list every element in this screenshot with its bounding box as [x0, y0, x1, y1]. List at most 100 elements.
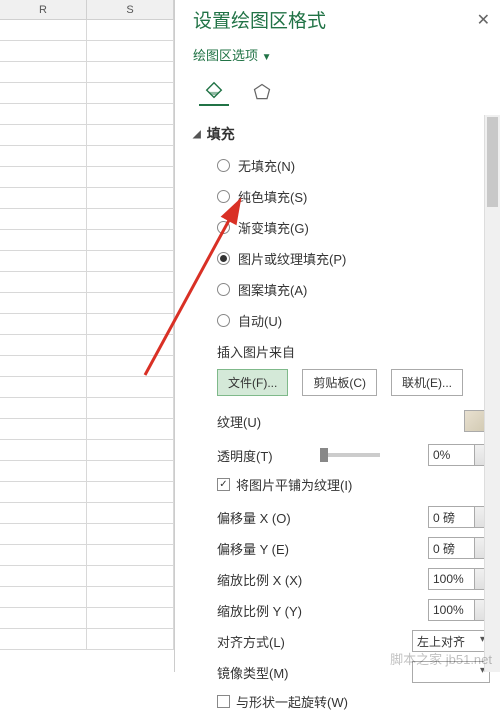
online-button[interactable]: 联机(E)...	[391, 369, 463, 396]
offset-x-input[interactable]: 0 磅	[428, 506, 490, 528]
grid-row[interactable]	[0, 419, 174, 440]
grid-row[interactable]	[0, 356, 174, 377]
cell[interactable]	[87, 62, 174, 82]
cell[interactable]	[87, 209, 174, 229]
grid-row[interactable]	[0, 461, 174, 482]
cell[interactable]	[0, 608, 87, 628]
grid-row[interactable]	[0, 503, 174, 524]
spreadsheet-grid[interactable]: R S	[0, 0, 175, 672]
cell[interactable]	[0, 167, 87, 187]
cell[interactable]	[0, 398, 87, 418]
grid-row[interactable]	[0, 188, 174, 209]
grid-row[interactable]	[0, 587, 174, 608]
cell[interactable]	[0, 251, 87, 271]
file-button[interactable]: 文件(F)...	[217, 369, 288, 396]
grid-row[interactable]	[0, 440, 174, 461]
cell[interactable]	[87, 587, 174, 607]
cell[interactable]	[0, 20, 87, 40]
cell[interactable]	[87, 251, 174, 271]
cell[interactable]	[87, 419, 174, 439]
radio-gradient-fill[interactable]: 渐变填充(G)	[217, 218, 490, 237]
grid-row[interactable]	[0, 230, 174, 251]
fill-line-icon[interactable]	[199, 78, 229, 106]
cell[interactable]	[0, 545, 87, 565]
grid-row[interactable]	[0, 251, 174, 272]
radio-pattern-fill[interactable]: 图案填充(A)	[217, 280, 490, 299]
cell[interactable]	[0, 524, 87, 544]
transparency-slider[interactable]	[320, 453, 380, 457]
grid-row[interactable]	[0, 524, 174, 545]
cell[interactable]	[87, 377, 174, 397]
cell[interactable]	[87, 398, 174, 418]
cell[interactable]	[87, 440, 174, 460]
grid-row[interactable]	[0, 209, 174, 230]
grid-row[interactable]	[0, 482, 174, 503]
cell[interactable]	[87, 20, 174, 40]
cell[interactable]	[0, 272, 87, 292]
cell[interactable]	[87, 146, 174, 166]
cell[interactable]	[0, 482, 87, 502]
cell[interactable]	[87, 293, 174, 313]
cell[interactable]	[0, 125, 87, 145]
grid-row[interactable]	[0, 83, 174, 104]
transparency-input[interactable]: 0%	[428, 444, 490, 466]
cell[interactable]	[87, 503, 174, 523]
grid-row[interactable]	[0, 566, 174, 587]
cell[interactable]	[87, 188, 174, 208]
grid-row[interactable]	[0, 377, 174, 398]
cell[interactable]	[0, 461, 87, 481]
cell[interactable]	[0, 629, 87, 649]
radio-solid-fill[interactable]: 纯色填充(S)	[217, 187, 490, 206]
cell[interactable]	[87, 41, 174, 61]
cell[interactable]	[0, 377, 87, 397]
offset-y-input[interactable]: 0 磅	[428, 537, 490, 559]
grid-row[interactable]	[0, 272, 174, 293]
cell[interactable]	[87, 524, 174, 544]
cell[interactable]	[87, 608, 174, 628]
cell[interactable]	[87, 566, 174, 586]
cell[interactable]	[0, 293, 87, 313]
tile-checkbox-row[interactable]: ✓ 将图片平铺为纹理(I)	[217, 475, 490, 494]
grid-row[interactable]	[0, 398, 174, 419]
cell[interactable]	[87, 125, 174, 145]
grid-row[interactable]	[0, 62, 174, 83]
rotate-checkbox-row[interactable]: 与形状一起旋转(W)	[217, 692, 490, 711]
cell[interactable]	[87, 545, 174, 565]
grid-row[interactable]	[0, 629, 174, 650]
fill-section-header[interactable]: ◢ 填充	[193, 124, 490, 144]
cell[interactable]	[87, 104, 174, 124]
scale-x-input[interactable]: 100%	[428, 568, 490, 590]
plot-area-options-dropdown[interactable]: 绘图区选项 ▼	[193, 45, 490, 64]
grid-row[interactable]	[0, 545, 174, 566]
grid-row[interactable]	[0, 608, 174, 629]
grid-row[interactable]	[0, 314, 174, 335]
cell[interactable]	[87, 314, 174, 334]
cell[interactable]	[0, 230, 87, 250]
cell[interactable]	[0, 440, 87, 460]
cell[interactable]	[0, 587, 87, 607]
cell[interactable]	[0, 41, 87, 61]
scale-y-input[interactable]: 100%	[428, 599, 490, 621]
cell[interactable]	[0, 356, 87, 376]
column-header[interactable]: R	[0, 0, 87, 19]
close-icon[interactable]: ✕	[477, 10, 490, 30]
grid-row[interactable]	[0, 104, 174, 125]
cell[interactable]	[87, 482, 174, 502]
cell[interactable]	[0, 83, 87, 103]
panel-scrollbar[interactable]	[484, 115, 500, 672]
cell[interactable]	[0, 146, 87, 166]
grid-row[interactable]	[0, 41, 174, 62]
cell[interactable]	[0, 335, 87, 355]
cell[interactable]	[0, 188, 87, 208]
grid-row[interactable]	[0, 20, 174, 41]
cell[interactable]	[87, 356, 174, 376]
grid-row[interactable]	[0, 335, 174, 356]
cell[interactable]	[87, 230, 174, 250]
cell[interactable]	[0, 503, 87, 523]
cell[interactable]	[87, 335, 174, 355]
grid-row[interactable]	[0, 167, 174, 188]
grid-row[interactable]	[0, 146, 174, 167]
radio-auto-fill[interactable]: 自动(U)	[217, 311, 490, 330]
clipboard-button[interactable]: 剪贴板(C)	[302, 369, 377, 396]
grid-row[interactable]	[0, 293, 174, 314]
